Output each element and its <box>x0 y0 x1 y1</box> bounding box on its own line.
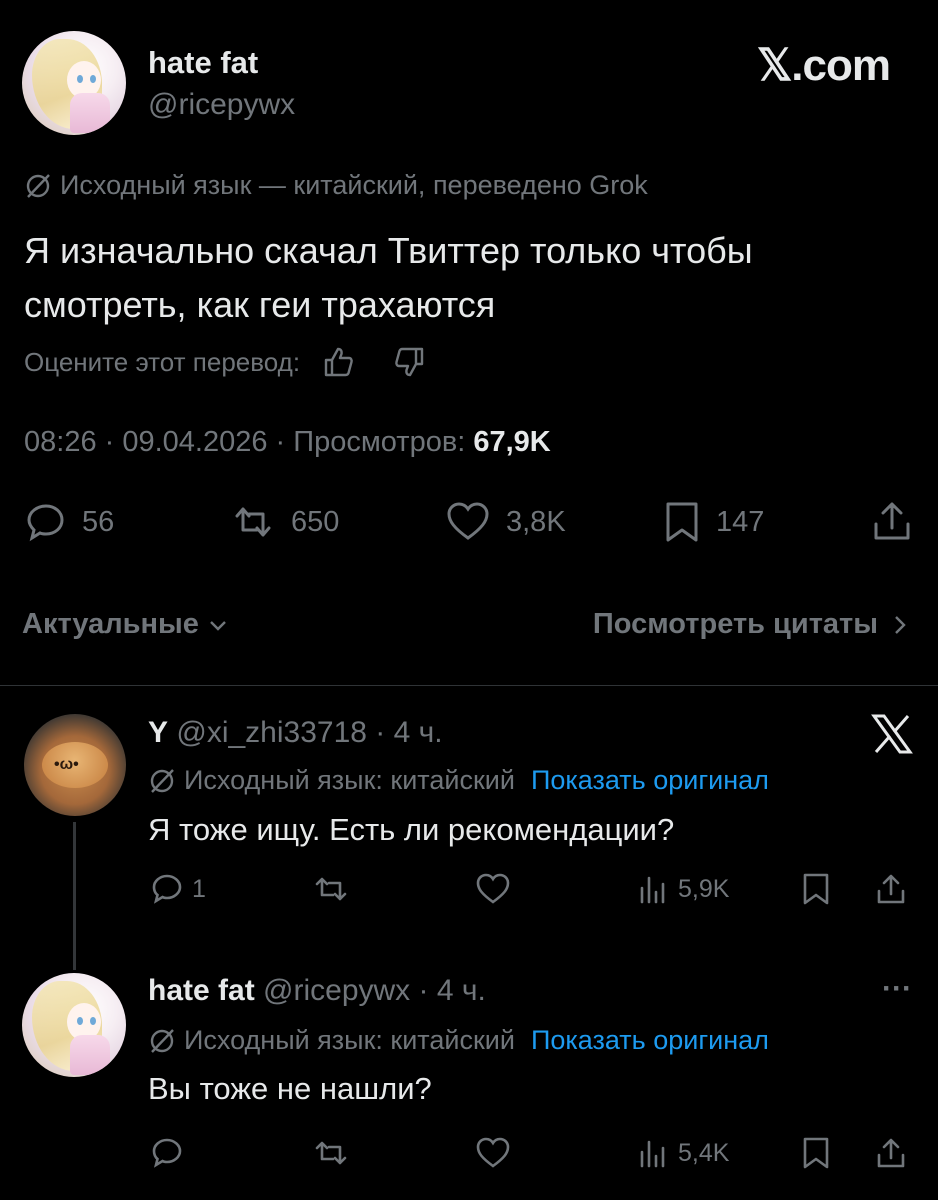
thread-line <box>73 822 76 970</box>
reply-repost-button[interactable] <box>312 872 350 906</box>
reply2-translation-note: Исходный язык: китайский Показать оригин… <box>148 1025 769 1056</box>
bookmark-count: 147 <box>716 505 765 538</box>
translation-note-text: Исходный язык — китайский, переведено Gr… <box>60 170 648 200</box>
bookmark-icon <box>800 1136 832 1170</box>
tweet-time: 08:26 · 09.04.2026 · Просмотров: <box>24 426 466 458</box>
thumbs-up-icon[interactable] <box>322 345 356 379</box>
reply-author-name[interactable]: Y <box>148 716 168 749</box>
reply2-reply-button[interactable] <box>150 1136 184 1170</box>
reply-like-button[interactable] <box>474 872 512 906</box>
repost-icon <box>229 500 277 544</box>
tweet-actions: 56 650 3,8K 147 <box>24 500 914 554</box>
author-avatar[interactable] <box>22 31 126 135</box>
reply-icon <box>150 1136 184 1170</box>
translation-note: Исходный язык — китайский, переведено Gr… <box>24 170 648 201</box>
sort-dropdown[interactable]: Актуальные <box>22 608 229 641</box>
slash-circle-icon <box>148 767 176 795</box>
bookmark-icon <box>662 500 702 544</box>
reply-header: Y @xi_zhi33718 · 4 ч. <box>148 716 443 750</box>
rate-prompt: Оцените этот перевод: <box>24 346 301 377</box>
share-button[interactable] <box>870 500 914 544</box>
view-quotes-link[interactable]: Посмотреть цитаты <box>593 608 910 641</box>
reply2-share-button[interactable] <box>874 1136 908 1170</box>
thumbs-down-icon[interactable] <box>392 345 426 379</box>
tweet-meta: 08:26 · 09.04.2026 · Просмотров: 67,9K <box>24 426 551 459</box>
reply2-like-button[interactable] <box>474 1136 512 1170</box>
reply-count: 56 <box>82 505 115 538</box>
reply-bookmark-button[interactable] <box>800 872 832 906</box>
reply-avatar[interactable]: •ω• <box>24 714 126 816</box>
reply-reply-button[interactable]: 1 <box>150 872 206 906</box>
like-icon <box>474 1136 512 1170</box>
reply2-view-count: 5,4K <box>678 1138 730 1167</box>
chevron-down-icon <box>207 614 229 636</box>
reply-view-count: 5,9K <box>678 874 730 903</box>
rate-translation: Оцените этот перевод: <box>24 345 426 379</box>
reply2-header: hate fat @ricepywx · 4 ч. <box>148 974 486 1008</box>
quotes-label: Посмотреть цитаты <box>592 608 878 640</box>
tweet-text: Я изначально скачал Твиттер только чтобы… <box>24 230 753 325</box>
reply2-bookmark-button[interactable] <box>800 1136 832 1170</box>
share-icon <box>870 500 914 544</box>
reply-button[interactable]: 56 <box>24 500 114 544</box>
views-icon <box>636 872 670 906</box>
author-name[interactable]: hate fat <box>148 45 258 81</box>
repost-count: 650 <box>291 505 340 538</box>
reply2-note-text: Исходный язык: китайский <box>184 1025 515 1055</box>
repost-icon <box>312 872 350 906</box>
share-icon <box>874 1136 908 1170</box>
slash-circle-icon <box>24 172 52 200</box>
show-original-link[interactable]: Показать оригинал <box>531 765 769 796</box>
x-logo-icon <box>870 712 914 756</box>
reply-icon <box>24 500 68 544</box>
repost-icon <box>312 1136 350 1170</box>
repost-button[interactable]: 650 <box>229 500 339 544</box>
reply-text: Я тоже ищу. Есть ли рекомендации? <box>148 812 675 847</box>
reply2-views-button[interactable]: 5,4K <box>636 1136 729 1170</box>
more-icon[interactable]: ··· <box>882 972 912 1006</box>
like-count: 3,8K <box>506 505 566 538</box>
like-icon <box>444 500 492 544</box>
reply-handle-time[interactable]: @xi_zhi33718 · 4 ч. <box>176 716 442 749</box>
views-icon <box>636 1136 670 1170</box>
reply-icon <box>150 872 184 906</box>
show-original-link[interactable]: Показать оригинал <box>531 1025 769 1056</box>
bookmark-button[interactable]: 147 <box>662 500 764 544</box>
reply2-repost-button[interactable] <box>312 1136 350 1170</box>
reply-reply-count: 1 <box>192 874 206 903</box>
reply2-text: Вы тоже не нашли? <box>148 1071 432 1106</box>
like-icon <box>474 872 512 906</box>
chevron-right-icon <box>890 613 910 637</box>
section-divider <box>0 685 938 686</box>
reply-translation-note: Исходный язык: китайский Показать оригин… <box>148 765 769 796</box>
reply2-avatar[interactable] <box>22 973 126 1077</box>
sort-label: Актуальные <box>22 608 199 640</box>
share-icon <box>874 872 908 906</box>
view-count[interactable]: 67,9K <box>473 426 550 458</box>
reply2-author-name[interactable]: hate fat <box>148 974 255 1007</box>
avatar-face-text: •ω• <box>54 756 79 773</box>
reply2-handle-time[interactable]: @ricepywx · 4 ч. <box>263 974 486 1007</box>
site-logo: 𝕏.com <box>756 41 891 90</box>
bookmark-icon <box>800 872 832 906</box>
reply-note-text: Исходный язык: китайский <box>184 765 515 795</box>
author-handle[interactable]: @ricepywx <box>148 88 295 122</box>
like-button[interactable]: 3,8K <box>444 500 566 544</box>
slash-circle-icon <box>148 1027 176 1055</box>
reply-share-button[interactable] <box>874 872 908 906</box>
reply-views-button[interactable]: 5,9K <box>636 872 729 906</box>
